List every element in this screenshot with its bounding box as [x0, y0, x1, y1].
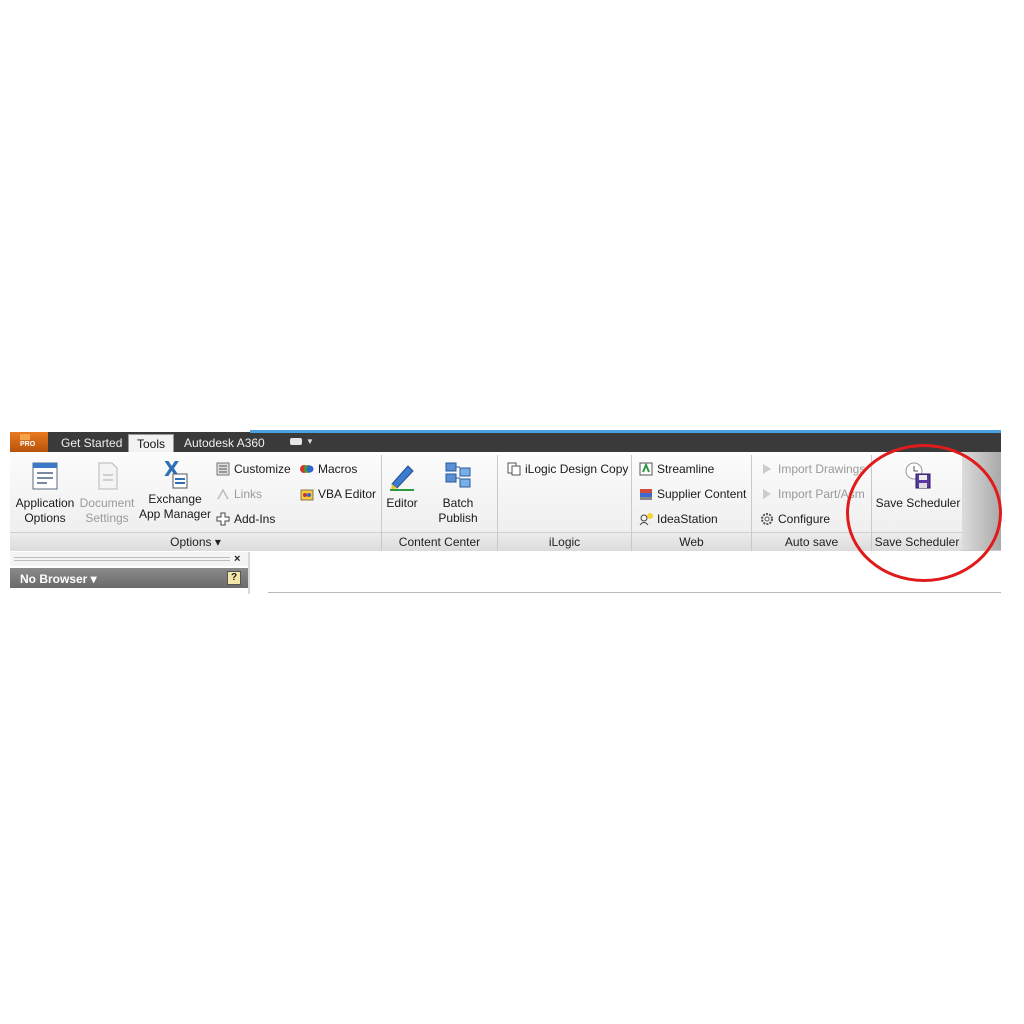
document-settings-label: Document Settings	[79, 496, 135, 525]
ilogic-design-copy-button[interactable]: iLogic Design Copy	[507, 461, 628, 477]
import-drawings-button[interactable]: Import Drawings	[760, 461, 865, 477]
batch-publish-button[interactable]: Batch Publish	[422, 460, 494, 526]
customize-label: Customize	[234, 462, 291, 476]
customize-button[interactable]: Customize	[216, 461, 291, 477]
video-icon[interactable]	[290, 438, 302, 445]
configure-label: Configure	[778, 512, 831, 526]
tab-get-started[interactable]: Get Started	[61, 436, 122, 450]
vba-editor-label: VBA Editor	[318, 487, 377, 501]
browser-selector[interactable]: No Browser ▾	[20, 572, 97, 586]
graphics-window-edge	[268, 592, 1001, 593]
ilogic-panel-footer: iLogic	[498, 532, 631, 551]
ideastation-icon	[639, 512, 653, 526]
editor-icon	[388, 460, 416, 492]
streamline-button[interactable]: Streamline	[639, 461, 714, 477]
links-button[interactable]: Links	[216, 486, 262, 502]
application-options-icon	[31, 460, 59, 492]
application-options-label: Application Options	[15, 496, 75, 525]
ideastation-label: IdeaStation	[657, 512, 718, 526]
tab-autodesk-a360[interactable]: Autodesk A360	[184, 436, 265, 450]
links-label: Links	[234, 487, 263, 501]
document-settings-icon	[93, 460, 121, 492]
batch-publish-label: Batch Publish	[438, 496, 478, 525]
streamline-icon	[639, 462, 653, 476]
import-arrow-icon	[760, 462, 774, 476]
exchange-app-manager-icon: X	[161, 456, 189, 489]
app-badge: PRO	[20, 441, 36, 448]
tab-tools-label: Tools	[137, 437, 166, 451]
web-panel-footer: Web	[632, 532, 751, 551]
macros-label: Macros	[318, 462, 358, 476]
document-settings-button[interactable]: Document Settings	[78, 460, 136, 526]
highlight-circle	[846, 444, 1002, 582]
exchange-app-manager-label: Exchange App Manager	[138, 492, 212, 521]
streamline-label: Streamline	[657, 462, 715, 476]
supplier-content-label: Supplier Content	[657, 487, 747, 501]
options-panel-footer[interactable]: Options ▾	[10, 532, 381, 551]
vba-editor-button[interactable]: VBA Editor	[300, 486, 376, 502]
application-menu-button[interactable]: PRO	[10, 432, 48, 452]
macros-icon	[300, 462, 314, 476]
import-arrow-icon	[760, 487, 774, 501]
tab-strip-accent	[250, 430, 1001, 433]
browser-grip[interactable]	[14, 560, 230, 561]
browser-title-bar	[10, 552, 248, 566]
browser-splitter[interactable]	[248, 552, 250, 594]
puzzle-icon	[216, 512, 230, 526]
editor-button[interactable]: Editor	[384, 460, 420, 511]
add-ins-button[interactable]: Add-Ins	[216, 511, 275, 527]
links-icon	[216, 487, 230, 501]
editor-label: Editor	[386, 496, 418, 510]
add-ins-label: Add-Ins	[234, 512, 276, 526]
gear-icon	[760, 512, 774, 526]
supplier-content-icon	[639, 487, 653, 501]
supplier-content-button[interactable]: Supplier Content	[639, 486, 746, 502]
customize-icon	[216, 462, 230, 476]
design-copy-icon	[507, 462, 521, 476]
content-center-panel-footer: Content Center	[382, 532, 497, 551]
import-drawings-label: Import Drawings	[778, 462, 866, 476]
ilogic-design-copy-label: iLogic Design Copy	[525, 462, 629, 476]
help-icon[interactable]: ?	[227, 571, 241, 585]
browser-grip[interactable]	[14, 557, 230, 558]
batch-publish-icon	[444, 460, 472, 492]
configure-button[interactable]: Configure	[760, 511, 830, 527]
tab-tools[interactable]: Tools	[128, 434, 174, 454]
macros-button[interactable]: Macros	[300, 461, 357, 477]
chevron-down-icon[interactable]: ▼	[306, 437, 314, 446]
application-options-button[interactable]: Application Options	[14, 460, 76, 526]
ideastation-button[interactable]: IdeaStation	[639, 511, 718, 527]
vba-editor-icon	[300, 487, 314, 501]
exchange-app-manager-button[interactable]: X Exchange App Manager	[138, 456, 212, 522]
close-icon[interactable]: ×	[234, 553, 240, 565]
